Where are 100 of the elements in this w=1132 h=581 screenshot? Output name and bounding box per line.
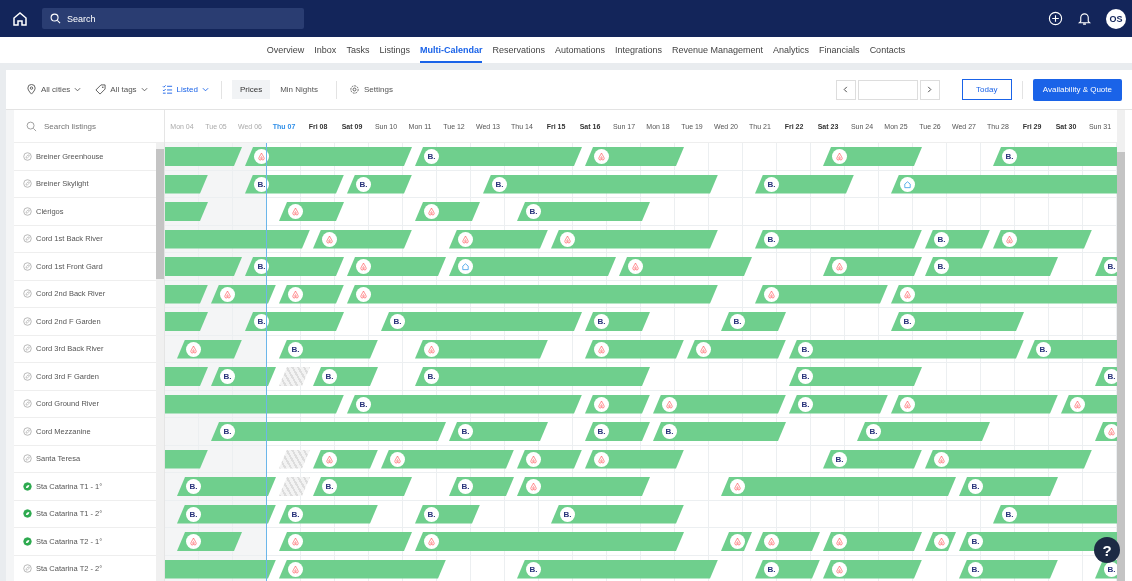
booking-bar[interactable]	[755, 284, 888, 304]
nav-tab[interactable]: Listings	[379, 37, 410, 63]
booking-bar[interactable]: B.	[755, 174, 854, 194]
booking-bar[interactable]: B.	[925, 257, 1058, 276]
booking-bar[interactable]	[585, 339, 684, 359]
booking-bar[interactable]: B.	[517, 202, 650, 221]
nav-tab[interactable]: Inbox	[314, 37, 337, 63]
filter-dropdown[interactable]: All cities	[24, 82, 84, 97]
booking-bar[interactable]	[755, 532, 820, 551]
booking-bar[interactable]	[687, 339, 786, 359]
booking-bar[interactable]	[585, 394, 650, 414]
nav-tab[interactable]: Reservations	[492, 37, 545, 63]
booking-bar[interactable]	[653, 394, 786, 414]
booking-bar[interactable]: B.	[347, 174, 412, 194]
booking-bar[interactable]	[721, 477, 956, 496]
booking-bar[interactable]	[823, 147, 922, 166]
booking-bar[interactable]	[415, 202, 480, 221]
booking-bar[interactable]	[891, 394, 1058, 414]
booking-bar[interactable]	[381, 449, 514, 469]
booking-bar[interactable]: B.	[925, 229, 990, 249]
booking-bar[interactable]: B.	[313, 477, 412, 496]
booking-bar[interactable]	[279, 202, 344, 221]
previous-button[interactable]	[835, 79, 856, 100]
booking-bar[interactable]: B.	[551, 504, 684, 524]
booking-bar[interactable]: B.	[313, 367, 378, 386]
booking-bar[interactable]: B.	[993, 147, 1117, 166]
view-toggle[interactable]: Prices	[231, 80, 271, 99]
booking-bar[interactable]: B.	[381, 312, 582, 331]
booking-bar[interactable]	[245, 147, 412, 166]
nav-tab[interactable]: Overview	[266, 37, 305, 63]
booking-bar[interactable]	[925, 532, 956, 551]
booking-bar[interactable]: B.	[517, 559, 718, 579]
booking-bar[interactable]	[925, 449, 1092, 469]
avatar[interactable]: OS	[1106, 8, 1126, 29]
bell-icon[interactable]	[1077, 11, 1092, 26]
booking-bar[interactable]: B.	[245, 174, 344, 194]
booking-bar[interactable]	[1095, 422, 1117, 441]
nav-tab[interactable]: Contacts	[869, 37, 906, 63]
blocked-period[interactable]	[279, 449, 310, 469]
nav-tab[interactable]: Automations	[554, 37, 605, 63]
booking-bar[interactable]	[279, 532, 412, 551]
booking-bar[interactable]: B.	[755, 559, 820, 579]
settings-button[interactable]: Settings	[346, 82, 395, 97]
booking-bar[interactable]	[993, 229, 1092, 249]
availability-quote-button[interactable]: Availability & Quote	[1032, 78, 1122, 101]
booking-bar[interactable]: B.	[211, 422, 446, 441]
booking-bar[interactable]	[585, 147, 684, 166]
booking-bar[interactable]: B.	[585, 422, 650, 441]
nav-tab[interactable]: Financials	[819, 37, 860, 63]
booking-bar[interactable]: B.	[585, 312, 650, 331]
booking-bar[interactable]	[551, 229, 718, 249]
booking-bar[interactable]: B.	[891, 312, 1024, 331]
booking-bar[interactable]	[279, 284, 344, 304]
scrollbar[interactable]	[1117, 110, 1125, 581]
search-field[interactable]: Search	[42, 8, 304, 29]
booking-bar[interactable]: B.	[449, 422, 548, 441]
booking-bar[interactable]	[449, 229, 548, 249]
booking-bar[interactable]	[891, 174, 1117, 194]
booking-bar[interactable]: B.	[415, 147, 582, 166]
booking-bar[interactable]: B.	[1027, 339, 1117, 359]
booking-bar[interactable]: B.	[653, 422, 786, 441]
booking-bar[interactable]	[347, 257, 446, 276]
nav-tab[interactable]: Revenue Management	[672, 37, 764, 63]
booking-bar[interactable]: B.	[823, 449, 922, 469]
booking-bar[interactable]: B.	[449, 477, 514, 496]
booking-bar[interactable]: B.	[789, 367, 922, 386]
nav-tab[interactable]: Tasks	[346, 37, 370, 63]
booking-bar[interactable]	[165, 394, 344, 414]
nav-tab[interactable]: Integrations	[615, 37, 662, 63]
booking-bar[interactable]	[165, 229, 310, 249]
booking-bar[interactable]: B.	[1095, 367, 1117, 386]
add-icon[interactable]	[1048, 11, 1063, 26]
booking-bar[interactable]: B.	[993, 504, 1117, 524]
booking-bar[interactable]	[347, 284, 718, 304]
booking-bar[interactable]: B.	[211, 367, 276, 386]
filter-dropdown[interactable]: All tags	[93, 82, 150, 97]
booking-bar[interactable]	[449, 257, 616, 276]
booking-bar[interactable]	[165, 147, 242, 166]
booking-bar[interactable]	[891, 284, 1117, 304]
booking-bar[interactable]: B.	[483, 174, 718, 194]
booking-bar[interactable]: B.	[245, 257, 344, 276]
booking-bar[interactable]: B.	[857, 422, 990, 441]
blocked-period[interactable]	[279, 367, 310, 386]
booking-bar[interactable]	[165, 559, 276, 579]
booking-bar[interactable]	[415, 339, 548, 359]
booking-bar[interactable]	[517, 477, 650, 496]
booking-bar[interactable]: B.	[177, 477, 276, 496]
booking-bar[interactable]	[619, 257, 752, 276]
booking-bar[interactable]: B.	[415, 367, 650, 386]
booking-bar[interactable]	[823, 559, 922, 579]
booking-bar[interactable]: B.	[279, 504, 378, 524]
booking-bar[interactable]	[585, 449, 684, 469]
booking-bar[interactable]	[823, 532, 922, 551]
booking-bar[interactable]	[517, 449, 582, 469]
booking-bar[interactable]: B.	[721, 312, 786, 331]
nav-tab[interactable]: Analytics	[773, 37, 810, 63]
booking-bar[interactable]: B.	[789, 339, 1024, 359]
next-button[interactable]	[919, 79, 940, 100]
booking-bar[interactable]: B.	[959, 559, 1058, 579]
view-toggle[interactable]: Min Nights	[272, 80, 326, 99]
